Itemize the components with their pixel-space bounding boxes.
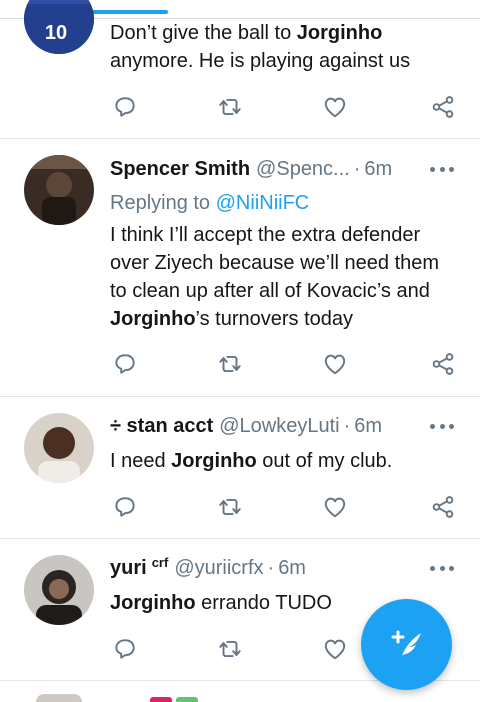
- avatar-image: 10: [24, 0, 94, 54]
- avatar-image: [24, 413, 94, 483]
- replying-to-label: Replying to: [110, 192, 211, 214]
- share-icon: [432, 96, 454, 118]
- separator-dot: ·: [267, 556, 275, 579]
- tweet-actions: [110, 349, 460, 379]
- more-button[interactable]: [430, 558, 454, 578]
- more-button[interactable]: [430, 416, 454, 436]
- tweet-time: 6m: [364, 157, 393, 180]
- tweet-card[interactable]: ÷ stan acct @LowkeyLuti · 6m I need Jorg…: [0, 397, 480, 537]
- tweet-text-line: Jorginho’s turnovers today: [110, 308, 354, 330]
- separator-dot: ·: [343, 414, 351, 437]
- retweet-button[interactable]: [215, 492, 245, 522]
- tweet-time: 6m: [278, 556, 306, 579]
- display-name-superscript: crf: [151, 554, 169, 570]
- heart-icon: [324, 97, 346, 118]
- more-dots-icon: [430, 166, 435, 172]
- next-tweet-avatar-peek[interactable]: [36, 694, 82, 702]
- tweet-card[interactable]: 10 Don’t give the ball to Jorginho anymo…: [0, 0, 480, 138]
- retweet-button[interactable]: [215, 92, 245, 122]
- share-button[interactable]: [428, 92, 458, 122]
- tweet-actions: [110, 92, 460, 122]
- compose-tweet-button[interactable]: [361, 599, 452, 690]
- replying-to-handle[interactable]: @NiiNiiFC: [216, 192, 310, 214]
- tweet-actions: [110, 492, 460, 522]
- avatar[interactable]: [24, 555, 94, 625]
- more-dot: [449, 423, 454, 429]
- tweet-text-line: to clean up after all of Kovacic’s and: [110, 280, 430, 302]
- compose-tweet-icon: [391, 630, 421, 659]
- tweet-text-line: anymore. He is playing against us: [110, 50, 411, 72]
- heart-icon: [324, 639, 346, 660]
- retweet-icon: [219, 355, 241, 373]
- more-button[interactable]: [430, 159, 454, 179]
- share-icon: [432, 353, 454, 375]
- avatar[interactable]: [24, 155, 94, 225]
- heart-icon: [324, 497, 346, 518]
- tweet-text: I need Jorginho out of my club.: [110, 447, 460, 475]
- user-handle[interactable]: @LowkeyLuti: [219, 415, 339, 438]
- more-dot: [439, 565, 445, 571]
- retweet-button[interactable]: [215, 634, 245, 664]
- separator-dot: ·: [353, 157, 361, 180]
- display-name[interactable]: yuri: [110, 557, 147, 580]
- tweet-header: ÷ stan acct @LowkeyLuti · 6m: [110, 413, 382, 439]
- avatar-image: [24, 555, 94, 625]
- like-button[interactable]: [320, 349, 350, 379]
- reply-button[interactable]: [110, 349, 140, 379]
- reply-icon: [115, 497, 135, 517]
- tweet-text: I think I’ll accept the extra defender o…: [110, 221, 460, 333]
- jersey-number: 10: [45, 22, 67, 44]
- next-tweet-emoji-peek: [150, 697, 200, 702]
- reply-icon: [115, 639, 135, 659]
- user-handle[interactable]: @Spenc...: [256, 158, 350, 181]
- reply-button[interactable]: [110, 634, 140, 664]
- avatar[interactable]: 10: [24, 0, 94, 54]
- like-button[interactable]: [320, 492, 350, 522]
- share-button[interactable]: [428, 349, 458, 379]
- more-dots-icon: [430, 565, 435, 571]
- heart-icon: [324, 354, 346, 375]
- retweet-icon: [219, 498, 241, 516]
- more-dot: [449, 166, 454, 172]
- like-button[interactable]: [320, 634, 350, 664]
- avatar-image: [24, 155, 94, 225]
- more-dot: [439, 423, 445, 429]
- tweet-text-line: Don’t give the ball to Jorginho: [110, 22, 383, 44]
- tweet-time: 6m: [354, 414, 383, 437]
- reply-button[interactable]: [110, 492, 140, 522]
- user-handle[interactable]: @yuriicrfx: [174, 557, 263, 580]
- more-dot: [439, 166, 445, 172]
- reply-icon: [115, 97, 135, 117]
- tweet-text-line: over Ziyech because we’ll need them: [110, 252, 440, 274]
- reply-button[interactable]: [110, 92, 140, 122]
- display-name[interactable]: Spencer Smith: [110, 158, 250, 181]
- tweet-text-line: I think I’ll accept the extra defender: [110, 224, 421, 246]
- more-dot: [449, 565, 454, 571]
- replying-to: Replying to @NiiNiiFC: [110, 192, 309, 215]
- avatar[interactable]: [24, 413, 94, 483]
- retweet-icon: [219, 640, 241, 658]
- reply-icon: [115, 354, 135, 374]
- retweet-button[interactable]: [215, 349, 245, 379]
- tweet-header: Spencer Smith @Spenc... · 6m: [110, 156, 392, 182]
- share-icon: [432, 496, 454, 518]
- like-button[interactable]: [320, 92, 350, 122]
- tweet-header: yuri crf @yuriicrfx · 6m: [110, 555, 306, 581]
- retweet-icon: [219, 98, 241, 116]
- tweet-card[interactable]: Spencer Smith @Spenc... · 6m Replying to…: [0, 139, 480, 395]
- tweet-text: Don’t give the ball to Jorginho anymore.…: [110, 19, 460, 75]
- tweet-text-line: I need Jorginho out of my club.: [110, 450, 393, 472]
- more-dots-icon: [430, 423, 435, 429]
- share-button[interactable]: [428, 492, 458, 522]
- display-name[interactable]: ÷ stan acct: [110, 415, 213, 438]
